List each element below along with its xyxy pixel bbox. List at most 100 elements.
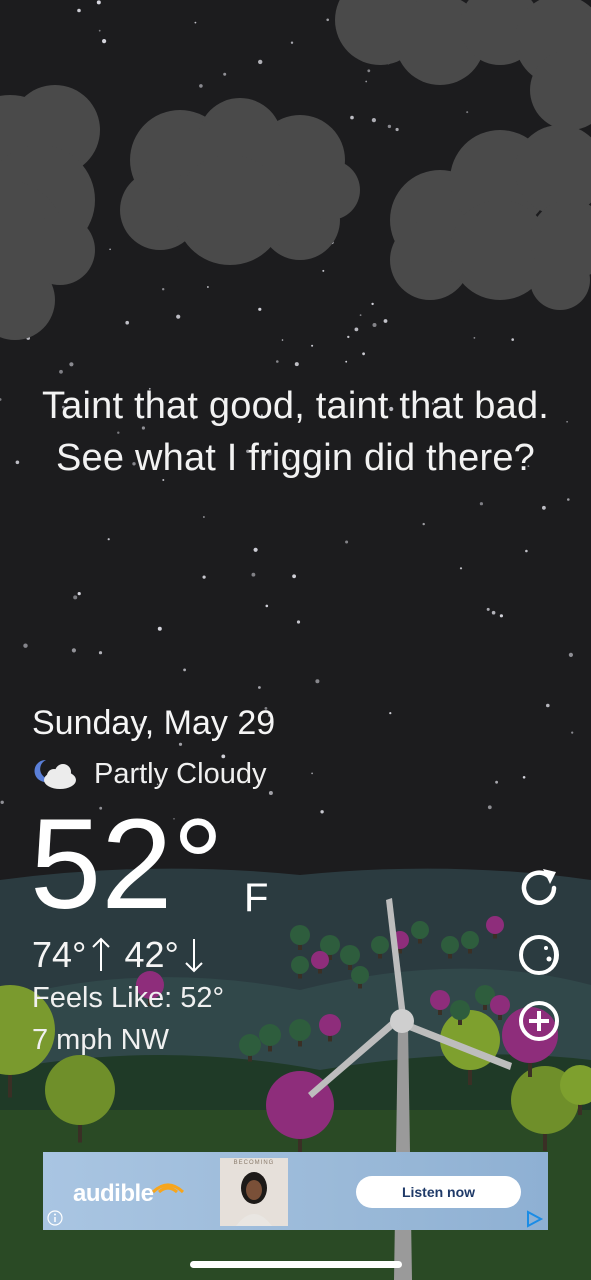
arrow-up-icon [92,937,111,971]
star [389,712,392,715]
tree [290,925,310,945]
star [290,41,294,44]
tree [490,995,510,1015]
star [268,791,273,795]
star [345,360,348,363]
star [546,703,550,708]
star [23,643,28,648]
ad-banner[interactable]: audible BECOMING Listen now [43,1152,548,1230]
weather-quote: Taint that good, taint that bad. See wha… [41,385,550,479]
refresh-icon[interactable] [516,865,562,911]
current-temperature: 52° [30,793,224,936]
star [258,307,262,311]
star [466,111,469,114]
star [567,498,570,501]
star [292,574,296,579]
tree [441,936,459,954]
info-icon[interactable] [47,1210,63,1226]
star [365,80,368,83]
star [199,84,203,88]
listen-now-button[interactable]: Listen now [356,1176,521,1208]
author-portrait-icon [236,1172,272,1226]
star [157,626,162,631]
ad-brand-label: audible [73,1180,154,1207]
star [311,344,314,347]
star [202,575,206,579]
star [479,502,483,506]
star [491,610,496,615]
star [98,29,101,32]
star [422,522,425,526]
date-label: Sunday, May 29 [32,704,276,742]
star [486,607,490,611]
tree [259,1024,281,1046]
high-low-row: 74° 42° [32,934,217,976]
ad-book-cover[interactable]: BECOMING [220,1158,288,1226]
star [459,567,463,570]
book-title: BECOMING [233,1160,275,1166]
high-temperature: 74° [32,934,87,975]
star [59,369,63,374]
star [367,69,371,73]
star [371,118,376,123]
star [258,686,261,689]
star [183,668,187,672]
tree [430,990,450,1010]
star [371,302,374,306]
star [511,338,514,341]
adchoices-icon[interactable] [524,1210,544,1228]
star [345,540,349,544]
tree [351,966,369,984]
star [223,72,227,76]
star [294,362,299,367]
wind-label: 7 mph NW [32,1024,169,1056]
home-indicator[interactable] [190,1261,402,1268]
feels-like-label: Feels Like: 52° [32,982,225,1014]
condition-row: Partly Cloudy [32,754,266,794]
tree [340,945,360,965]
star [372,323,377,327]
weather-background-scene [0,0,591,1280]
star [495,780,498,784]
star [542,505,546,510]
star [571,731,574,734]
star [311,772,313,775]
moon-phase-icon[interactable] [516,932,562,978]
tree [486,916,504,934]
tree [45,1055,115,1125]
star [354,327,359,332]
star [387,124,392,129]
low-temperature: 42° [124,934,179,975]
star [265,604,269,608]
tree [239,1034,261,1056]
star [320,810,324,814]
star [359,314,362,316]
tree [450,1000,470,1020]
star [207,286,209,288]
cloud-top-center [120,98,360,265]
condition-label: Partly Cloudy [94,757,267,790]
star [251,572,256,577]
star [69,362,74,367]
star [109,248,111,251]
star [276,360,279,363]
star [350,115,354,120]
star [362,352,365,356]
star [522,776,526,779]
star [296,620,301,624]
star [568,652,574,658]
star [326,18,330,22]
star [178,742,183,746]
partly-cloudy-night-icon [34,759,76,789]
star [566,421,568,423]
star [499,614,503,618]
star [347,335,350,339]
star [77,8,81,13]
tree [371,936,389,954]
star [203,516,205,518]
star [77,592,81,596]
star [73,595,78,600]
star [487,805,492,810]
star [253,547,258,552]
add-location-icon[interactable] [516,998,562,1044]
